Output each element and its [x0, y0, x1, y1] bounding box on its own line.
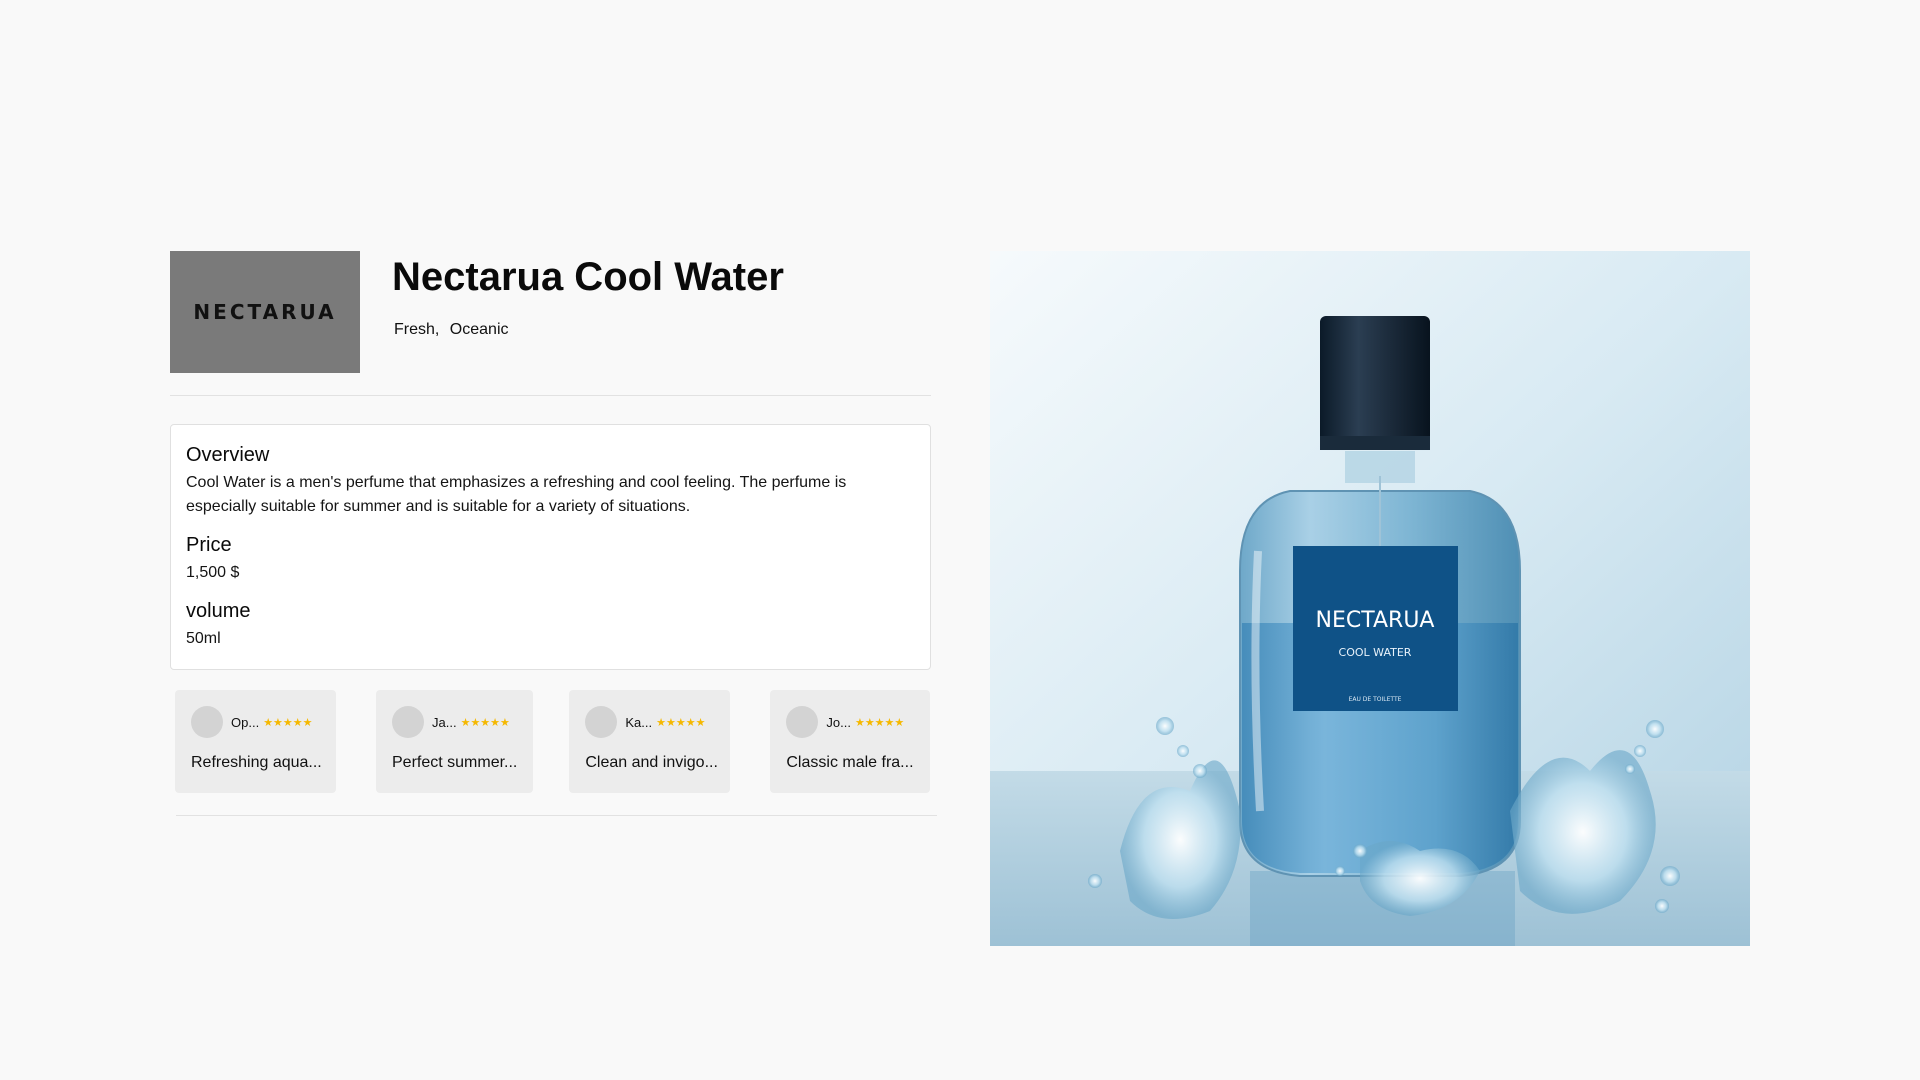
star-rating-icon: ★★★★★	[656, 716, 706, 729]
product-info-card: Overview Cool Water is a men's perfume t…	[170, 424, 931, 670]
overview-section: Overview Cool Water is a men's perfume t…	[186, 443, 915, 519]
avatar	[392, 706, 424, 738]
review-text: Refreshing aqua...	[191, 754, 322, 771]
brand-logo: NECTARUA	[170, 251, 360, 373]
star-rating-icon: ★★★★★	[460, 716, 510, 729]
tag-oceanic: Oceanic	[449, 321, 509, 338]
review-header: Op... ★★★★★	[191, 706, 320, 738]
brand-logo-text: NECTARUA	[193, 300, 337, 324]
review-card[interactable]: Ka... ★★★★★ Clean and invigo...	[569, 690, 731, 793]
product-details-column: NECTARUA Nectarua Cool Water Fresh, Ocea…	[170, 251, 937, 816]
product-tags: Fresh, Oceanic	[394, 321, 784, 339]
perfume-bottle-illustration: NECTARUA COOL WATER EAU DE TOILETTE	[990, 251, 1750, 946]
title-block: Nectarua Cool Water Fresh, Oceanic	[392, 251, 784, 339]
price-heading: Price	[186, 534, 232, 556]
review-card[interactable]: Jo... ★★★★★ Classic male fra...	[770, 690, 930, 793]
star-rating-icon: ★★★★★	[263, 716, 313, 729]
volume-heading: volume	[186, 600, 251, 622]
review-card[interactable]: Op... ★★★★★ Refreshing aqua...	[175, 690, 336, 793]
bottle-label-brand: NECTARUA	[1316, 608, 1435, 633]
reviews-divider	[176, 815, 937, 816]
header-divider	[170, 395, 931, 396]
avatar	[585, 706, 618, 738]
avatar	[191, 706, 223, 738]
reviewer-name: Jo...	[826, 714, 851, 730]
overview-text: Cool Water is a men's perfume that empha…	[186, 474, 847, 515]
reviewer-name: Op...	[231, 714, 260, 730]
review-text: Classic male fra...	[786, 754, 914, 771]
review-text: Clean and invigo...	[585, 754, 718, 771]
price-value: 1,500 $	[186, 564, 240, 581]
review-text: Perfect summer...	[392, 754, 518, 771]
tag-fresh: Fresh,	[394, 321, 440, 338]
reviewer-name: Ka...	[625, 714, 653, 730]
volume-value: 50ml	[186, 630, 221, 647]
product-hero-image: NECTARUA COOL WATER EAU DE TOILETTE	[990, 251, 1750, 946]
review-header: Jo... ★★★★★	[786, 706, 913, 738]
product-header: NECTARUA Nectarua Cool Water Fresh, Ocea…	[170, 251, 931, 373]
review-header: Ja... ★★★★★	[392, 706, 517, 738]
product-title: Nectarua Cool Water	[392, 255, 784, 299]
review-card[interactable]: Ja... ★★★★★ Perfect summer...	[376, 690, 534, 793]
bottle-label-sub: EAU DE TOILETTE	[1349, 696, 1402, 703]
avatar	[786, 706, 819, 738]
price-section: Price 1,500 $	[186, 533, 915, 585]
bottle-label-name: COOL WATER	[1339, 646, 1412, 659]
reviews-row: Op... ★★★★★ Refreshing aqua... Ja... ★★★…	[175, 690, 931, 793]
star-rating-icon: ★★★★★	[854, 716, 905, 729]
overview-heading: Overview	[186, 444, 270, 466]
review-header: Ka... ★★★★★	[585, 706, 714, 738]
reviewer-name: Ja...	[432, 714, 457, 730]
volume-section: volume 50ml	[186, 599, 915, 651]
